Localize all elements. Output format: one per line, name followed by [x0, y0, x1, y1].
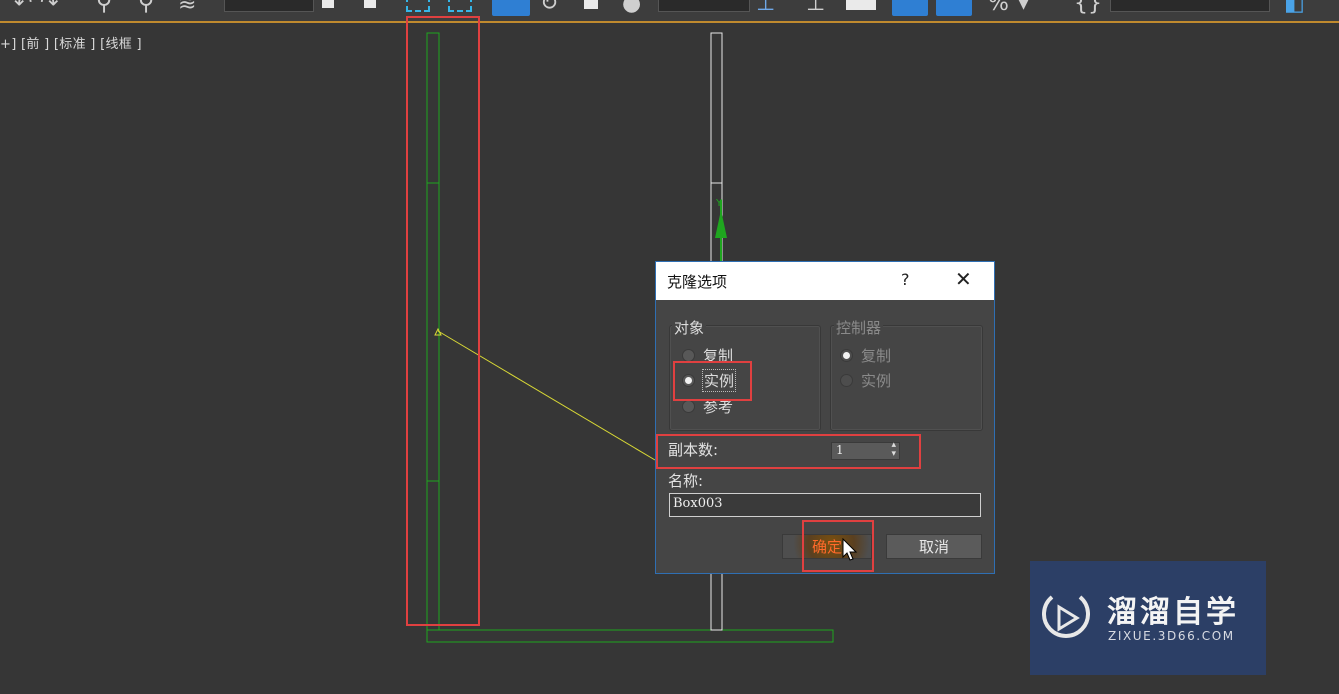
watermark-subtitle: ZIXUE.3D66.COM: [1108, 629, 1235, 643]
clone-options-dialog: 克隆选项 ? ✕ 对象 复制 实例 参考 控制器 复制 实例 副本数: 1 ▴ ▾…: [655, 261, 995, 574]
object-group-label: 对象: [672, 317, 707, 338]
controller-copy-option[interactable]: 复制: [840, 345, 891, 366]
dialog-titlebar[interactable]: 克隆选项 ? ✕: [656, 262, 994, 300]
highlight-selected-object: [406, 16, 480, 626]
radio-button[interactable]: [682, 400, 695, 413]
highlight-instance: [673, 361, 752, 401]
svg-text:Y: Y: [715, 198, 723, 209]
watermark-title: 溜溜自学: [1107, 595, 1239, 630]
bottom-box: [426, 629, 834, 643]
mouse-cursor-icon: [842, 538, 858, 561]
close-icon[interactable]: ✕: [955, 267, 972, 291]
controller-group-label: 控制器: [834, 317, 884, 338]
watermark-logo: 溜溜自学 ZIXUE.3D66.COM: [1030, 561, 1266, 675]
name-field[interactable]: Box003: [669, 493, 981, 517]
option-label: 复制: [861, 347, 892, 365]
name-label: 名称:: [668, 472, 704, 490]
gizmo-y-arrow-icon: [715, 210, 727, 238]
highlight-copies: [656, 434, 921, 469]
option-label: 实例: [861, 372, 892, 390]
cancel-button[interactable]: 取消: [886, 534, 982, 559]
radio-button[interactable]: [840, 374, 853, 387]
help-button[interactable]: ?: [901, 270, 910, 289]
controller-instance-option[interactable]: 实例: [840, 370, 891, 391]
radio-button-selected[interactable]: [840, 349, 853, 362]
play-logo-icon: [1042, 595, 1090, 638]
dialog-title: 克隆选项: [667, 273, 728, 291]
highlight-ok: [802, 520, 874, 572]
